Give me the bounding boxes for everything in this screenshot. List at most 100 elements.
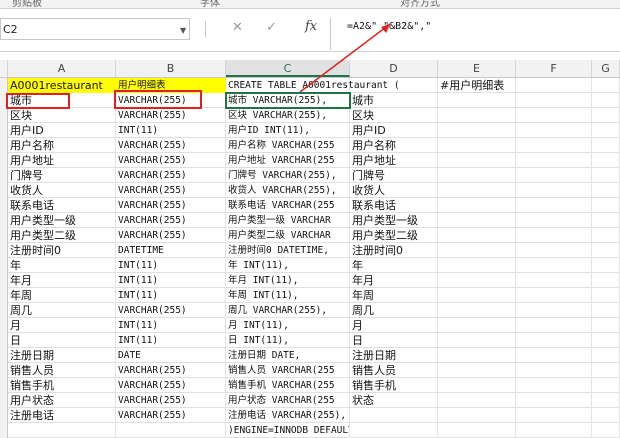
cell-g[interactable] — [592, 318, 620, 333]
cell-a[interactable]: 用户状态 — [8, 393, 116, 408]
cell-e[interactable] — [438, 378, 516, 393]
cell-f[interactable] — [516, 288, 592, 303]
cell-f[interactable] — [516, 333, 592, 348]
cell-b[interactable]: VARCHAR(255) — [116, 168, 226, 183]
cell-e[interactable] — [438, 108, 516, 123]
cell-c[interactable]: 用户地址 VARCHAR(255 — [226, 153, 350, 168]
cell-d[interactable]: 门牌号 — [350, 168, 438, 183]
cell-d[interactable]: 用户类型二级 — [350, 228, 438, 243]
cell-d[interactable]: 年周 — [350, 288, 438, 303]
cell-a[interactable]: 用户类型一级 — [8, 213, 116, 228]
cell-f[interactable] — [516, 258, 592, 273]
cell-f[interactable] — [516, 213, 592, 228]
cell-f[interactable] — [516, 303, 592, 318]
cell-c[interactable]: 月 INT(11), — [226, 318, 350, 333]
cell-c[interactable]: 联系电话 VARCHAR(255 — [226, 198, 350, 213]
cell-b[interactable]: VARCHAR(255) — [116, 198, 226, 213]
close-icon[interactable]: ✕ — [232, 20, 243, 35]
cell-c[interactable]: 注册时间0 DATETIME, — [226, 243, 350, 258]
cell-g[interactable] — [592, 243, 620, 258]
cell-c[interactable]: 用户类型一级 VARCHAR — [226, 213, 350, 228]
cell-g[interactable] — [592, 288, 620, 303]
formula-input[interactable]: =A2&" "&B2&"," — [330, 18, 620, 50]
name-box[interactable]: C2 — [0, 18, 190, 40]
cell-e[interactable] — [438, 348, 516, 363]
row-header[interactable] — [0, 78, 8, 93]
cell-g[interactable] — [592, 138, 620, 153]
cell-e[interactable] — [438, 303, 516, 318]
row-header[interactable] — [0, 408, 8, 423]
cell-c[interactable]: 周几 VARCHAR(255), — [226, 303, 350, 318]
cell-a[interactable]: 联系电话 — [8, 198, 116, 213]
cell-g[interactable] — [592, 393, 620, 408]
cell-e[interactable] — [438, 138, 516, 153]
cell-c[interactable]: 用户ID INT(11), — [226, 123, 350, 138]
cell-f[interactable] — [516, 153, 592, 168]
row-header[interactable] — [0, 333, 8, 348]
cell-e[interactable] — [438, 333, 516, 348]
cell-b[interactable]: INT(11) — [116, 318, 226, 333]
cell-d[interactable] — [350, 423, 438, 438]
active-cell-c2[interactable] — [225, 92, 351, 109]
cell-f[interactable] — [516, 108, 592, 123]
cell-b[interactable]: INT(11) — [116, 258, 226, 273]
cell-b[interactable]: VARCHAR(255) — [116, 303, 226, 318]
cell-c[interactable]: 用户类型二级 VARCHAR — [226, 228, 350, 243]
cell-d[interactable]: 注册时间0 — [350, 243, 438, 258]
cell-b[interactable] — [116, 423, 226, 438]
cell-a[interactable]: 注册电话 — [8, 408, 116, 423]
cell-a[interactable]: 月 — [8, 318, 116, 333]
cell-a[interactable]: 注册日期 — [8, 348, 116, 363]
cell-b[interactable]: VARCHAR(255) — [116, 108, 226, 123]
cell-g[interactable] — [592, 78, 620, 93]
cell-a[interactable]: A0001restaurant — [8, 78, 116, 93]
cell-f[interactable] — [516, 378, 592, 393]
cell-e[interactable] — [438, 228, 516, 243]
cell-b[interactable]: DATE — [116, 348, 226, 363]
column-header-g[interactable]: G — [592, 60, 620, 77]
row-header[interactable] — [0, 123, 8, 138]
cell-c[interactable]: 注册电话 VARCHAR(255), — [226, 408, 350, 423]
cell-e[interactable]: #用户明细表 — [438, 78, 516, 93]
cell-d[interactable]: 联系电话 — [350, 198, 438, 213]
cell-b[interactable]: INT(11) — [116, 288, 226, 303]
cell-d[interactable]: 用户类型一级 — [350, 213, 438, 228]
column-header-b[interactable]: B — [116, 60, 226, 77]
cell-d[interactable]: 用户名称 — [350, 138, 438, 153]
cell-a[interactable]: 年月 — [8, 273, 116, 288]
row-header[interactable] — [0, 213, 8, 228]
cell-c[interactable]: 注册日期 DATE, — [226, 348, 350, 363]
cell-f[interactable] — [516, 123, 592, 138]
cell-g[interactable] — [592, 183, 620, 198]
cell-a[interactable]: 销售人员 — [8, 363, 116, 378]
name-box-dropdown-icon[interactable]: ▼ — [180, 26, 186, 35]
column-header-a[interactable]: A — [8, 60, 116, 77]
cell-e[interactable] — [438, 168, 516, 183]
cell-d[interactable]: 年月 — [350, 273, 438, 288]
cell-f[interactable] — [516, 393, 592, 408]
cell-a[interactable]: 年 — [8, 258, 116, 273]
cell-g[interactable] — [592, 153, 620, 168]
cell-d[interactable]: 用户ID — [350, 123, 438, 138]
cell-e[interactable] — [438, 93, 516, 108]
cell-d[interactable]: 用户地址 — [350, 153, 438, 168]
cell-e[interactable] — [438, 123, 516, 138]
cell-b[interactable]: DATETIME — [116, 243, 226, 258]
row-header[interactable] — [0, 393, 8, 408]
cell-f[interactable] — [516, 243, 592, 258]
cell-d[interactable] — [350, 408, 438, 423]
cell-f[interactable] — [516, 138, 592, 153]
row-header[interactable] — [0, 228, 8, 243]
cell-e[interactable] — [438, 408, 516, 423]
cell-d[interactable]: 日 — [350, 333, 438, 348]
cell-d[interactable]: 周几 — [350, 303, 438, 318]
cell-d[interactable]: 年 — [350, 258, 438, 273]
cell-b[interactable]: VARCHAR(255) — [116, 408, 226, 423]
cell-a[interactable]: 门牌号 — [8, 168, 116, 183]
cell-g[interactable] — [592, 273, 620, 288]
cell-c[interactable]: 区块 VARCHAR(255), — [226, 108, 350, 123]
column-header-e[interactable]: E — [438, 60, 516, 77]
cell-d[interactable] — [350, 78, 438, 93]
row-header[interactable] — [0, 288, 8, 303]
cell-g[interactable] — [592, 348, 620, 363]
